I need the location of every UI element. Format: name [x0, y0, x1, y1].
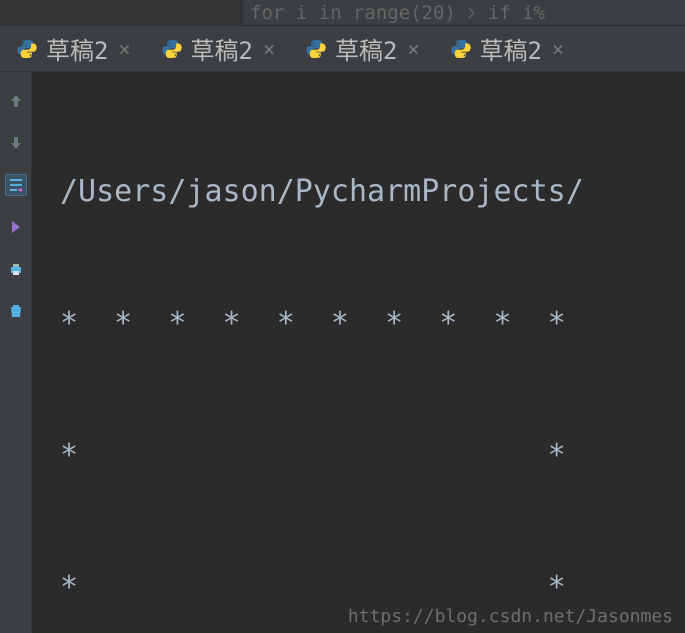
tab-label: 草稿2 [191, 31, 253, 66]
tab-label: 草稿2 [335, 31, 397, 66]
crumb-item[interactable]: for i in range(20) [250, 2, 456, 24]
output-line: * * [60, 566, 685, 610]
tab-draft-4[interactable]: 草稿2 × [444, 25, 575, 72]
output-line: * * [60, 434, 685, 478]
print-icon[interactable] [5, 258, 27, 280]
tab-strip: 草稿2 × 草稿2 × 草稿2 × 草稿2 × [0, 26, 685, 72]
trash-icon[interactable] [5, 300, 27, 322]
console-output[interactable]: /Users/jason/PycharmProjects/ * * * * * … [32, 72, 685, 633]
tab-draft-2[interactable]: 草稿2 × [155, 25, 286, 72]
close-icon[interactable]: × [552, 37, 564, 61]
close-icon[interactable]: × [407, 37, 419, 61]
scroll-to-end-icon[interactable] [5, 216, 27, 238]
tab-label: 草稿2 [46, 31, 108, 66]
script-path: /Users/jason/PycharmProjects/ [60, 170, 685, 214]
close-icon[interactable]: × [118, 37, 130, 61]
tab-draft-3[interactable]: 草稿2 × [299, 25, 430, 72]
chevron-right-icon [466, 2, 478, 24]
tab-draft-1[interactable]: 草稿2 × [10, 25, 141, 72]
up-arrow-icon[interactable] [5, 90, 27, 112]
console-gutter [0, 72, 32, 633]
crumb-item[interactable]: if i% [488, 2, 545, 24]
close-icon[interactable]: × [263, 37, 275, 61]
output-line: * * * * * * * * * * [60, 302, 685, 346]
python-file-icon [305, 38, 327, 60]
python-file-icon [161, 38, 183, 60]
python-file-icon [450, 38, 472, 60]
python-file-icon [16, 38, 38, 60]
down-arrow-icon[interactable] [5, 132, 27, 154]
tab-label: 草稿2 [480, 31, 542, 66]
watermark: https://blog.csdn.net/Jasonmes [348, 606, 673, 627]
wrap-lines-icon[interactable] [5, 174, 27, 196]
